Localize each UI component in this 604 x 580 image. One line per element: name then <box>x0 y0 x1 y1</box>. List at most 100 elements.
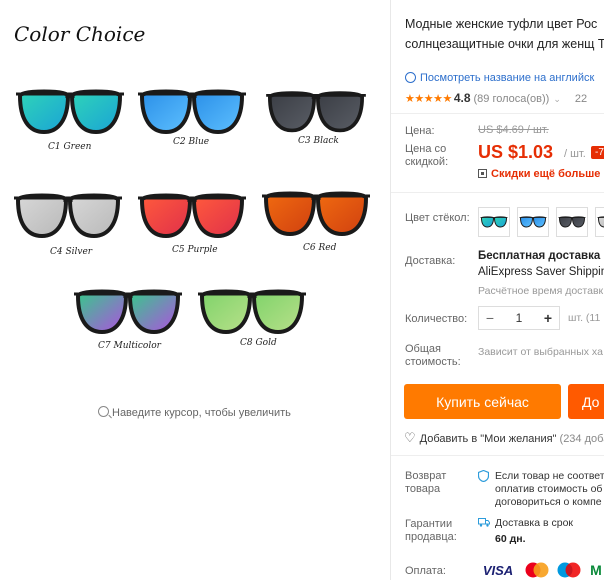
bridge <box>311 95 321 101</box>
bridge <box>186 198 198 204</box>
sunglasses-graphic <box>519 216 547 228</box>
translate-icon <box>405 72 416 83</box>
bridge <box>310 196 322 202</box>
add-to-wishlist-link[interactable]: ♡Добавить в "Мои желания" (234 доба <box>404 430 604 446</box>
bridge <box>62 198 74 204</box>
left-lens <box>199 289 253 335</box>
sunglasses-graphic <box>266 91 366 133</box>
lens-swatch-silver[interactable] <box>595 207 604 237</box>
mastercard-logo <box>525 562 549 578</box>
sunglasses-c3-black <box>260 88 372 136</box>
sunglasses-c1-green <box>14 86 126 138</box>
translate-title-link[interactable]: Посмотреть название на английск <box>405 72 594 84</box>
sunglasses-c6-red <box>260 188 372 240</box>
product-image[interactable]: Color Choice C1 Green C2 Blue C3 Black C… <box>0 0 390 580</box>
payment-label: Оплата: <box>405 565 446 577</box>
quantity-label: Количество: <box>405 313 468 325</box>
quantity-input[interactable]: 1 <box>501 311 537 325</box>
shipping-label: Доставка: <box>405 255 456 267</box>
total-note: Зависит от выбранных ха <box>478 346 603 358</box>
bridge <box>122 294 134 300</box>
quantity-minus-button[interactable]: − <box>479 310 501 326</box>
promo-text: Скидки ещё больше в п <box>491 168 604 180</box>
shipping-title: Бесплатная доставка в Р <box>478 250 604 262</box>
divider <box>391 113 604 114</box>
left-lens <box>519 216 534 228</box>
sunglasses-graphic <box>138 89 246 135</box>
magnifier-icon <box>98 406 109 417</box>
left-lens <box>15 193 69 239</box>
truck-icon <box>478 518 490 527</box>
promo-link[interactable]: Скидки ещё больше в п <box>478 168 604 180</box>
bridge <box>531 217 535 219</box>
heart-icon: ♡ <box>404 430 416 445</box>
add-to-cart-button[interactable]: До <box>568 384 604 419</box>
right-lens <box>191 89 245 135</box>
discount-badge: -7 <box>591 146 604 159</box>
rating-score: 4.8 <box>453 91 471 105</box>
chevron-down-icon[interactable]: ⌄ <box>553 94 561 104</box>
variant-label: C4 Silver <box>50 247 93 257</box>
image-title: Color Choice <box>14 22 146 46</box>
guarantee-text: Доставка в срок <box>495 517 574 529</box>
left-lens <box>75 289 129 335</box>
variant-label: C6 Red <box>303 243 337 253</box>
guarantee-label: Гарантии продавца: <box>405 518 457 543</box>
bridge <box>186 94 198 100</box>
variant-label: C1 Green <box>48 142 92 152</box>
lens-swatch-black[interactable] <box>556 207 588 237</box>
variant-label: C2 Blue <box>173 137 210 147</box>
shipping-method[interactable]: AliExpress Saver Shipping <box>478 266 604 278</box>
sunglasses-graphic <box>198 289 306 335</box>
wishlist-count: (234 доба <box>559 433 604 445</box>
rating-votes[interactable]: (89 голоса(ов)) <box>474 93 550 105</box>
product-info-panel: Модные женские туфли цвет Рос солнцезащи… <box>391 0 604 580</box>
product-title: Модные женские туфли цвет Рос солнцезащи… <box>405 17 604 51</box>
left-lens <box>139 89 193 135</box>
sunglasses-graphic <box>138 193 246 239</box>
lens-swatch-blue[interactable] <box>517 207 549 237</box>
shipping-estimate: Расчётное время доставк <box>478 285 604 297</box>
quantity-plus-button[interactable]: + <box>537 310 559 326</box>
sunglasses-graphic <box>597 216 604 228</box>
orders-count: 22 <box>574 93 588 105</box>
sunglasses-graphic <box>558 216 586 228</box>
shield-icon <box>478 470 489 482</box>
sunglasses-graphic <box>262 191 370 237</box>
bridge <box>570 217 574 219</box>
quantity-available: шт. (11 <box>568 312 601 324</box>
buy-now-button[interactable]: Купить сейчас <box>404 384 561 419</box>
lens-color-label: Цвет стёкол: <box>405 212 470 224</box>
sunglasses-c4-silver <box>12 190 124 242</box>
qr-code-icon <box>478 169 487 178</box>
bridge <box>246 294 258 300</box>
lens-swatch-green[interactable] <box>478 207 510 237</box>
right-lens <box>315 91 365 133</box>
left-lens <box>558 216 573 228</box>
total-label: Общая стоимость: <box>405 343 461 368</box>
right-lens <box>315 191 369 237</box>
discount-price: US $1.03 <box>478 142 554 162</box>
sunglasses-c8-gold <box>196 286 308 338</box>
sunglasses-graphic <box>16 89 124 135</box>
sunglasses-c5-purple <box>136 190 248 242</box>
right-lens <box>251 289 305 335</box>
zoom-hint-text: Наведите курсор, чтобы увеличить <box>112 407 291 419</box>
returns-label: Возврат товара <box>405 470 447 495</box>
visa-logo: VISA <box>482 562 514 578</box>
right-lens <box>67 193 121 239</box>
left-lens <box>480 216 495 228</box>
sunglasses-graphic <box>480 216 508 228</box>
sunglasses-c2-blue <box>136 86 248 138</box>
guarantee-days: 60 дн. <box>495 533 526 545</box>
left-lens <box>263 191 317 237</box>
discount-price-label: Цена со скидкой: <box>405 143 449 168</box>
right-lens <box>571 216 586 228</box>
variant-label: C7 Multicolor <box>98 341 161 351</box>
maestro-logo <box>557 562 581 578</box>
variant-label: C8 Gold <box>240 338 277 348</box>
right-lens <box>127 289 181 335</box>
left-lens <box>17 89 71 135</box>
payment-method-logo: M <box>590 562 602 578</box>
rating-row: ★★★★★ 4.8 (89 голоса(ов)) ⌄ 22 <box>405 91 587 105</box>
